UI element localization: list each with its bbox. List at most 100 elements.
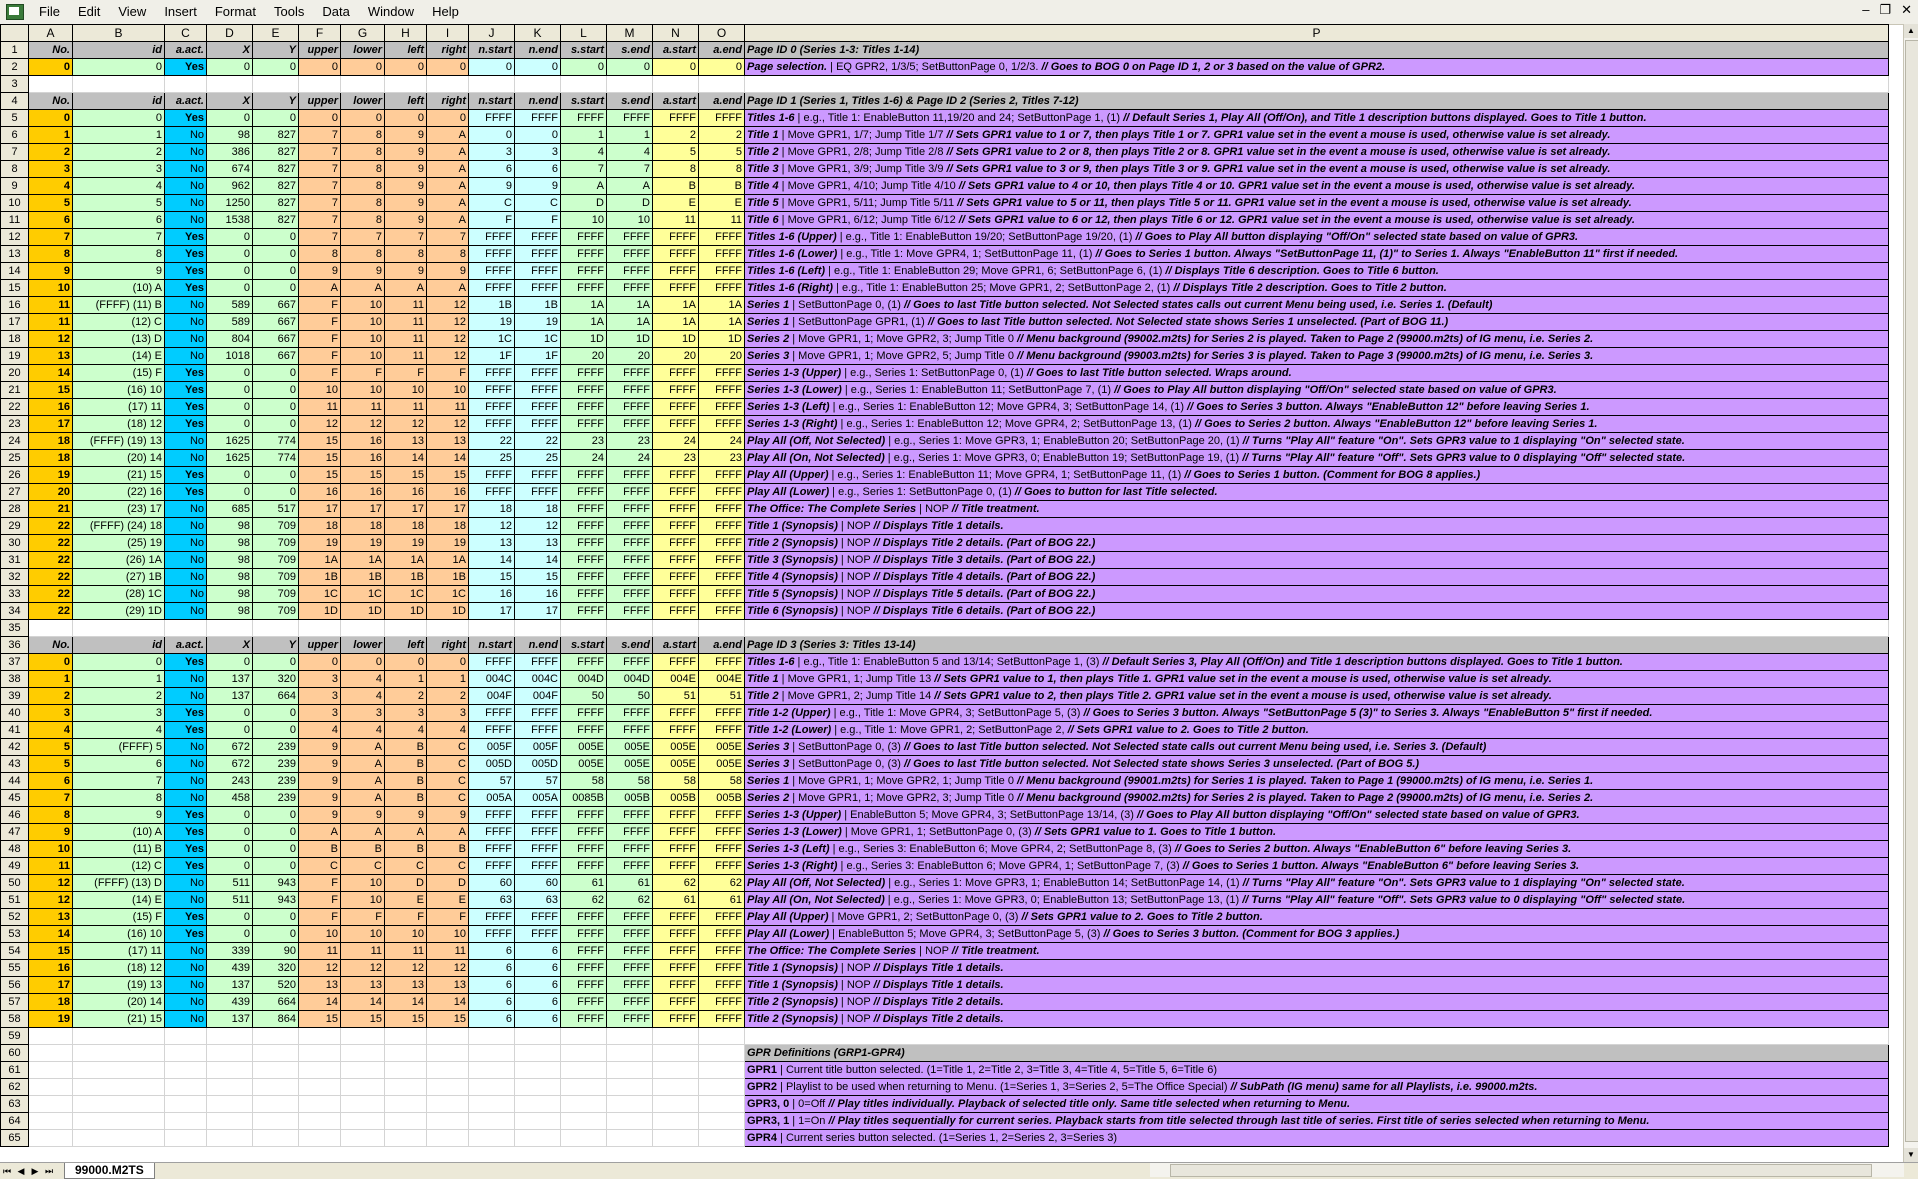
data-cell[interactable]: (FFFF) (24) 18 bbox=[72, 517, 165, 535]
row-header[interactable]: 18 bbox=[0, 330, 29, 348]
menu-edit[interactable]: Edit bbox=[69, 0, 109, 24]
row-header[interactable]: 19 bbox=[0, 347, 29, 365]
description-cell[interactable]: Series 1 | Move GPR1, 1; Move GPR2, 1; J… bbox=[744, 772, 1889, 790]
column-label-cell[interactable]: id bbox=[72, 636, 165, 654]
empty-cell[interactable] bbox=[28, 1078, 73, 1096]
data-cell[interactable]: 10 bbox=[298, 925, 341, 943]
data-cell[interactable]: 8 bbox=[426, 245, 469, 263]
row-header[interactable]: 42 bbox=[0, 738, 29, 756]
data-cell[interactable]: 0 bbox=[384, 653, 427, 671]
row-header[interactable]: 59 bbox=[0, 1027, 29, 1045]
data-cell[interactable]: 12 bbox=[468, 517, 515, 535]
data-cell[interactable]: FFFF bbox=[652, 398, 699, 416]
data-cell[interactable]: 50 bbox=[606, 687, 653, 705]
data-cell[interactable]: (21) 15 bbox=[72, 1010, 165, 1028]
description-cell[interactable]: Title 2 | Move GPR1, 2/8; Jump Title 2/8… bbox=[744, 143, 1889, 161]
empty-cell[interactable] bbox=[514, 619, 561, 637]
data-cell[interactable]: FFFF bbox=[698, 1010, 745, 1028]
data-cell[interactable]: Yes bbox=[164, 109, 207, 127]
description-cell[interactable]: Title 6 (Synopsis) | NOP // Displays Tit… bbox=[744, 602, 1889, 620]
data-cell[interactable]: 11 bbox=[384, 942, 427, 960]
data-cell[interactable]: A bbox=[426, 823, 469, 841]
empty-cell[interactable] bbox=[426, 1027, 469, 1045]
data-cell[interactable]: 9 bbox=[298, 755, 341, 773]
data-cell[interactable]: 239 bbox=[252, 789, 299, 807]
data-cell[interactable]: 1C bbox=[468, 330, 515, 348]
data-cell[interactable]: 14 bbox=[384, 993, 427, 1011]
data-cell[interactable]: 6 bbox=[514, 942, 561, 960]
empty-cell[interactable] bbox=[606, 1061, 653, 1079]
data-cell[interactable]: C bbox=[426, 772, 469, 790]
data-cell[interactable]: FFFF bbox=[560, 228, 607, 246]
data-cell[interactable]: 58 bbox=[560, 772, 607, 790]
empty-cell[interactable] bbox=[384, 75, 427, 93]
data-cell[interactable]: 1B bbox=[298, 568, 341, 586]
data-cell[interactable]: 21 bbox=[28, 500, 73, 518]
data-cell[interactable]: 7 bbox=[384, 228, 427, 246]
data-cell[interactable]: FFFF bbox=[560, 993, 607, 1011]
data-cell[interactable]: 4 bbox=[340, 670, 385, 688]
data-cell[interactable]: 1538 bbox=[206, 211, 253, 229]
data-cell[interactable]: No bbox=[164, 1010, 207, 1028]
column-label-cell[interactable]: s.end bbox=[606, 41, 653, 59]
empty-cell[interactable] bbox=[426, 1078, 469, 1096]
data-cell[interactable]: 2 bbox=[698, 126, 745, 144]
data-cell[interactable]: 511 bbox=[206, 891, 253, 909]
empty-cell[interactable] bbox=[298, 75, 341, 93]
column-label-cell[interactable]: s.end bbox=[606, 92, 653, 110]
data-cell[interactable]: 14 bbox=[384, 449, 427, 467]
column-label-cell[interactable]: a.act. bbox=[164, 41, 207, 59]
empty-cell[interactable] bbox=[560, 619, 607, 637]
select-all-corner[interactable] bbox=[0, 24, 29, 42]
data-cell[interactable]: E bbox=[426, 891, 469, 909]
empty-cell[interactable] bbox=[72, 1061, 165, 1079]
data-cell[interactable]: FFFF bbox=[560, 823, 607, 841]
data-cell[interactable]: 1625 bbox=[206, 449, 253, 467]
data-cell[interactable]: 1A bbox=[606, 313, 653, 331]
data-cell[interactable]: B bbox=[384, 789, 427, 807]
data-cell[interactable]: (FFFF) (11) B bbox=[72, 296, 165, 314]
data-cell[interactable]: 1A bbox=[384, 551, 427, 569]
page-id-header[interactable]: Page ID 3 (Series 3: Titles 13-14) bbox=[744, 636, 1889, 654]
data-cell[interactable]: 15 bbox=[384, 1010, 427, 1028]
column-label-cell[interactable]: left bbox=[384, 92, 427, 110]
data-cell[interactable]: 589 bbox=[206, 296, 253, 314]
row-header[interactable]: 2 bbox=[0, 58, 29, 76]
column-header-j[interactable]: J bbox=[468, 24, 515, 42]
data-cell[interactable]: FFFF bbox=[606, 908, 653, 926]
data-cell[interactable]: 9 bbox=[28, 262, 73, 280]
empty-cell[interactable] bbox=[340, 1129, 385, 1147]
data-cell[interactable]: 13 bbox=[298, 976, 341, 994]
data-cell[interactable]: 943 bbox=[252, 874, 299, 892]
column-header-n[interactable]: N bbox=[652, 24, 699, 42]
description-cell[interactable]: The Office: The Complete Series | NOP //… bbox=[744, 942, 1889, 960]
column-label-cell[interactable]: a.act. bbox=[164, 636, 207, 654]
data-cell[interactable]: 15 bbox=[28, 942, 73, 960]
data-cell[interactable]: 1B bbox=[340, 568, 385, 586]
data-cell[interactable]: F bbox=[468, 211, 515, 229]
first-sheet-icon[interactable]: ⏮ bbox=[0, 1166, 14, 1177]
data-cell[interactable]: FFFF bbox=[698, 823, 745, 841]
data-cell[interactable]: 19 bbox=[28, 466, 73, 484]
data-cell[interactable]: (15) F bbox=[72, 364, 165, 382]
data-cell[interactable]: 20 bbox=[28, 483, 73, 501]
empty-cell[interactable] bbox=[252, 1078, 299, 1096]
data-cell[interactable]: FFFF bbox=[652, 279, 699, 297]
data-cell[interactable]: 458 bbox=[206, 789, 253, 807]
data-cell[interactable]: 1D bbox=[560, 330, 607, 348]
column-label-cell[interactable]: n.end bbox=[514, 41, 561, 59]
empty-cell[interactable] bbox=[206, 1078, 253, 1096]
data-cell[interactable]: FFFF bbox=[514, 925, 561, 943]
data-cell[interactable]: FFFF bbox=[606, 721, 653, 739]
row-header[interactable]: 28 bbox=[0, 500, 29, 518]
data-cell[interactable]: 24 bbox=[606, 449, 653, 467]
vertical-scroll-thumb[interactable] bbox=[1905, 40, 1918, 1142]
data-cell[interactable]: 11 bbox=[28, 857, 73, 875]
data-cell[interactable]: 0 bbox=[426, 58, 469, 76]
column-label-cell[interactable]: No. bbox=[28, 41, 73, 59]
empty-cell[interactable] bbox=[652, 1044, 699, 1062]
column-label-cell[interactable]: right bbox=[426, 41, 469, 59]
empty-cell[interactable] bbox=[652, 619, 699, 637]
description-cell[interactable]: Series 3 | Move GPR1, 1; Move GPR2, 5; J… bbox=[744, 347, 1889, 365]
row-header[interactable]: 24 bbox=[0, 432, 29, 450]
